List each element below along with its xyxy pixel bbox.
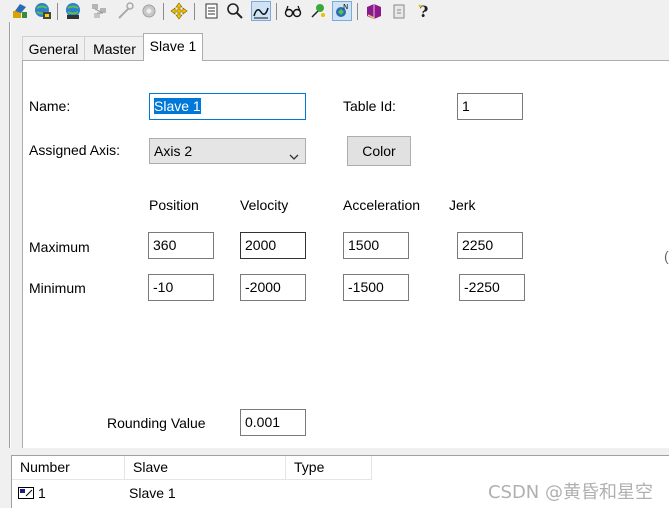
column-header-jerk: Jerk <box>449 197 476 213</box>
tab-label: Master <box>93 41 136 57</box>
row-item-icon <box>18 486 34 502</box>
wand-disabled-icon[interactable] <box>115 1 135 21</box>
rounding-value-field[interactable]: 0.001 <box>240 409 306 436</box>
magnifier-icon[interactable] <box>225 1 245 21</box>
max-jerk-field[interactable]: 2250 <box>457 232 523 259</box>
assigned-axis-value: Axis 2 <box>154 143 193 159</box>
max-velocity-value: 2000 <box>245 237 277 253</box>
tab-label: Slave 1 <box>149 38 197 54</box>
tab-label: General <box>28 41 79 57</box>
nc-icon[interactable]: N <box>332 1 352 21</box>
glasses-icon[interactable] <box>283 1 303 21</box>
watermark: CSDN @黄昏和星空 <box>487 482 653 503</box>
toolbar-separator <box>276 3 277 20</box>
min-position-field[interactable]: -10 <box>148 274 214 301</box>
minimum-label: Minimum <box>29 280 86 296</box>
rounding-value: 0.001 <box>245 414 281 430</box>
toolbar-separator <box>194 3 195 20</box>
name-field[interactable]: Slave 1 <box>149 93 306 120</box>
tab-general[interactable]: General <box>22 36 84 60</box>
slave-settings-page: Name: Slave 1 Table Id: 1 Assigned Axis:… <box>22 60 669 480</box>
max-position-value: 360 <box>153 237 177 253</box>
maximum-label: Maximum <box>29 239 90 255</box>
table-id-value: 1 <box>462 98 470 114</box>
help-icon[interactable]: ? <box>414 1 434 21</box>
row-slave: Slave 1 <box>129 485 176 501</box>
name-label: Name: <box>29 98 71 114</box>
min-velocity-value: -2000 <box>245 279 281 295</box>
name-value: Slave 1 <box>154 98 201 114</box>
tab-master[interactable]: Master <box>84 36 144 60</box>
min-jerk-value: -2250 <box>464 279 500 295</box>
column-header-label: Slave <box>133 459 169 475</box>
row-number: 1 <box>38 485 46 501</box>
pin-icon[interactable] <box>308 1 328 21</box>
book-icon[interactable] <box>364 1 384 21</box>
column-header-acceleration: Acceleration <box>343 197 421 213</box>
toolbar-separator <box>57 3 58 20</box>
network-disabled-icon[interactable] <box>89 1 109 21</box>
column-header-number[interactable]: Number <box>12 456 125 480</box>
color-button[interactable]: Color <box>347 136 411 166</box>
move-icon[interactable] <box>169 1 189 21</box>
min-velocity-field[interactable]: -2000 <box>240 274 306 301</box>
max-position-field[interactable]: 360 <box>148 232 214 259</box>
edge-glyph: ( <box>664 248 669 264</box>
document-list-icon[interactable] <box>201 1 221 21</box>
min-jerk-field[interactable]: -2250 <box>459 274 525 301</box>
app-window: N ? General Master Slave 1 Name: Slave 1 <box>0 0 669 508</box>
globe-config-icon[interactable] <box>33 1 53 21</box>
rounding-value-label: Rounding Value <box>107 415 206 431</box>
column-header-position: Position <box>149 197 199 213</box>
toolbar-separator <box>357 3 358 20</box>
color-button-label: Color <box>362 143 396 159</box>
left-frame <box>0 22 10 452</box>
column-header-label: Type <box>294 459 325 475</box>
toolbar: N ? <box>0 0 669 22</box>
table-id-label: Table Id: <box>343 98 396 114</box>
column-header-label: Number <box>20 459 70 475</box>
gear-disabled-icon[interactable] <box>139 1 159 21</box>
min-acceleration-field[interactable]: -1500 <box>343 274 409 301</box>
globe-network-icon[interactable] <box>63 1 83 21</box>
toolbar-separator <box>163 3 164 20</box>
svg-text:?: ? <box>419 2 428 20</box>
min-acceleration-value: -1500 <box>348 279 384 295</box>
chevron-down-icon <box>289 147 299 166</box>
max-jerk-value: 2250 <box>462 237 494 253</box>
properties-panel: General Master Slave 1 Name: Slave 1 Tab… <box>11 22 669 480</box>
min-position-value: -10 <box>153 279 174 295</box>
max-acceleration-value: 1500 <box>348 237 380 253</box>
tools-icon[interactable] <box>10 1 30 21</box>
svg-text:N: N <box>343 3 348 11</box>
column-header-type[interactable]: Type <box>286 456 372 480</box>
max-acceleration-field[interactable]: 1500 <box>343 232 409 259</box>
max-velocity-field[interactable]: 2000 <box>240 232 306 259</box>
table-id-field[interactable]: 1 <box>457 93 523 120</box>
page-icon[interactable] <box>389 1 409 21</box>
column-header-slave[interactable]: Slave <box>125 456 286 480</box>
table-row[interactable]: 1 Slave 1 <box>12 483 412 503</box>
tab-slave-1[interactable]: Slave 1 <box>143 33 203 61</box>
column-header-velocity: Velocity <box>240 197 289 213</box>
cam-profile-icon[interactable] <box>251 1 271 21</box>
assigned-axis-label: Assigned Axis: <box>29 142 121 158</box>
assigned-axis-select[interactable]: Axis 2 <box>149 138 306 164</box>
